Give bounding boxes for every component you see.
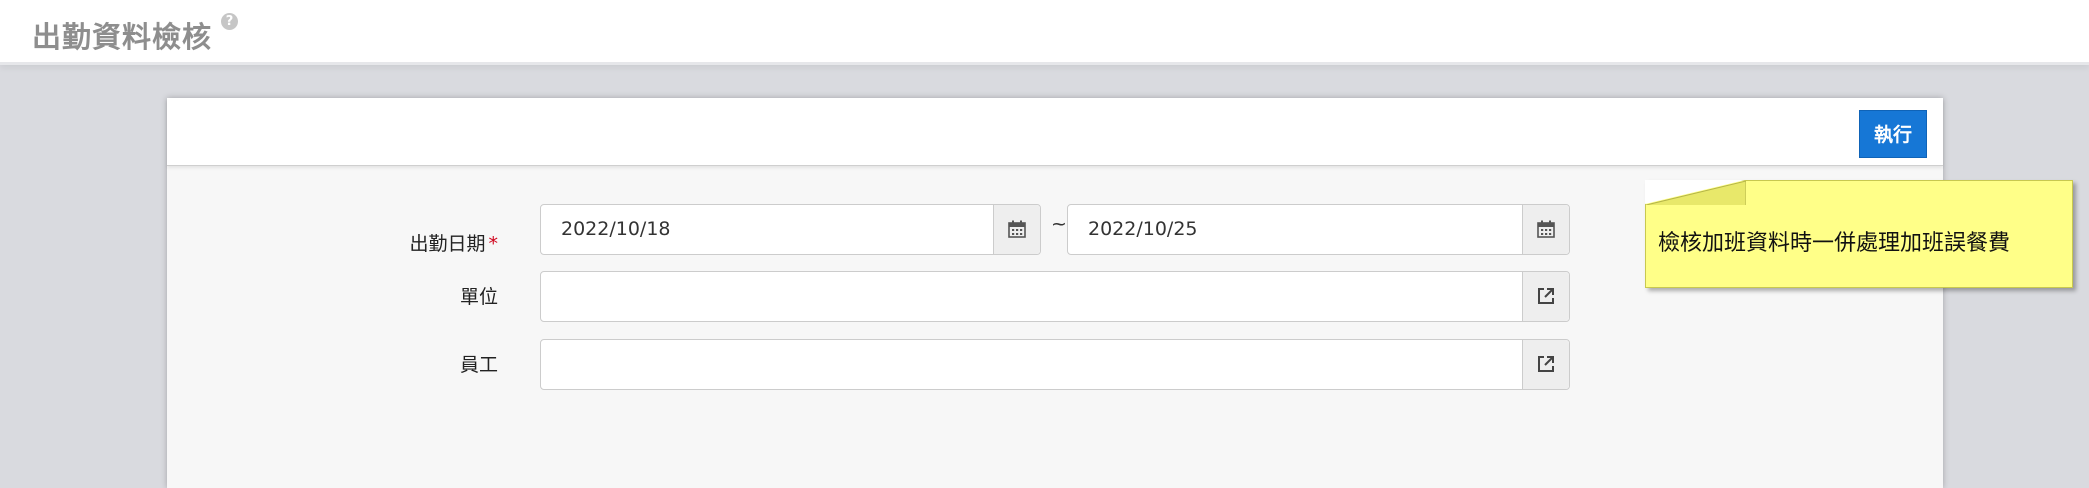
open-popup-icon — [1538, 288, 1554, 304]
top-bar: 出勤資料檢核 ? — [0, 0, 2089, 65]
start-date-calendar-button[interactable] — [993, 205, 1040, 254]
note-fold-line — [1646, 181, 1746, 205]
calendar-icon — [1537, 220, 1555, 238]
unit-label: 單位 — [459, 286, 498, 308]
employee-picker-button[interactable] — [1522, 340, 1569, 389]
note-text: 檢核加班資料時一併處理加班誤餐費 — [1658, 231, 2011, 256]
open-popup-icon — [1538, 356, 1554, 372]
calendar-icon — [1008, 220, 1026, 238]
end-date-input[interactable]: 2022/10/25 — [1067, 204, 1570, 255]
card-toolbar: 執行 — [167, 98, 1943, 166]
start-date-input[interactable]: 2022/10/18 — [540, 204, 1041, 255]
form-card: 執行 出勤日期 * 2022/10/18 ~ 2022/10/25 單位 員工 — [167, 98, 1943, 488]
run-button[interactable]: 執行 — [1859, 110, 1927, 158]
required-mark: * — [488, 233, 499, 255]
start-date-value: 2022/10/18 — [561, 218, 671, 240]
employee-input[interactable] — [540, 339, 1570, 390]
employee-label: 員工 — [459, 354, 498, 376]
date-label-text: 出勤日期 — [409, 233, 486, 255]
help-circle-icon[interactable]: ? — [221, 13, 238, 30]
unit-input[interactable] — [540, 271, 1570, 322]
date-range-separator: ~ — [1051, 213, 1067, 235]
end-date-value: 2022/10/25 — [1088, 218, 1198, 240]
page-title: 出勤資料檢核 — [32, 20, 213, 54]
end-date-calendar-button[interactable] — [1522, 205, 1569, 254]
sticky-note: 檢核加班資料時一併處理加班誤餐費 — [1645, 180, 2073, 288]
date-label: 出勤日期 * — [338, 219, 498, 270]
unit-picker-button[interactable] — [1522, 272, 1569, 321]
